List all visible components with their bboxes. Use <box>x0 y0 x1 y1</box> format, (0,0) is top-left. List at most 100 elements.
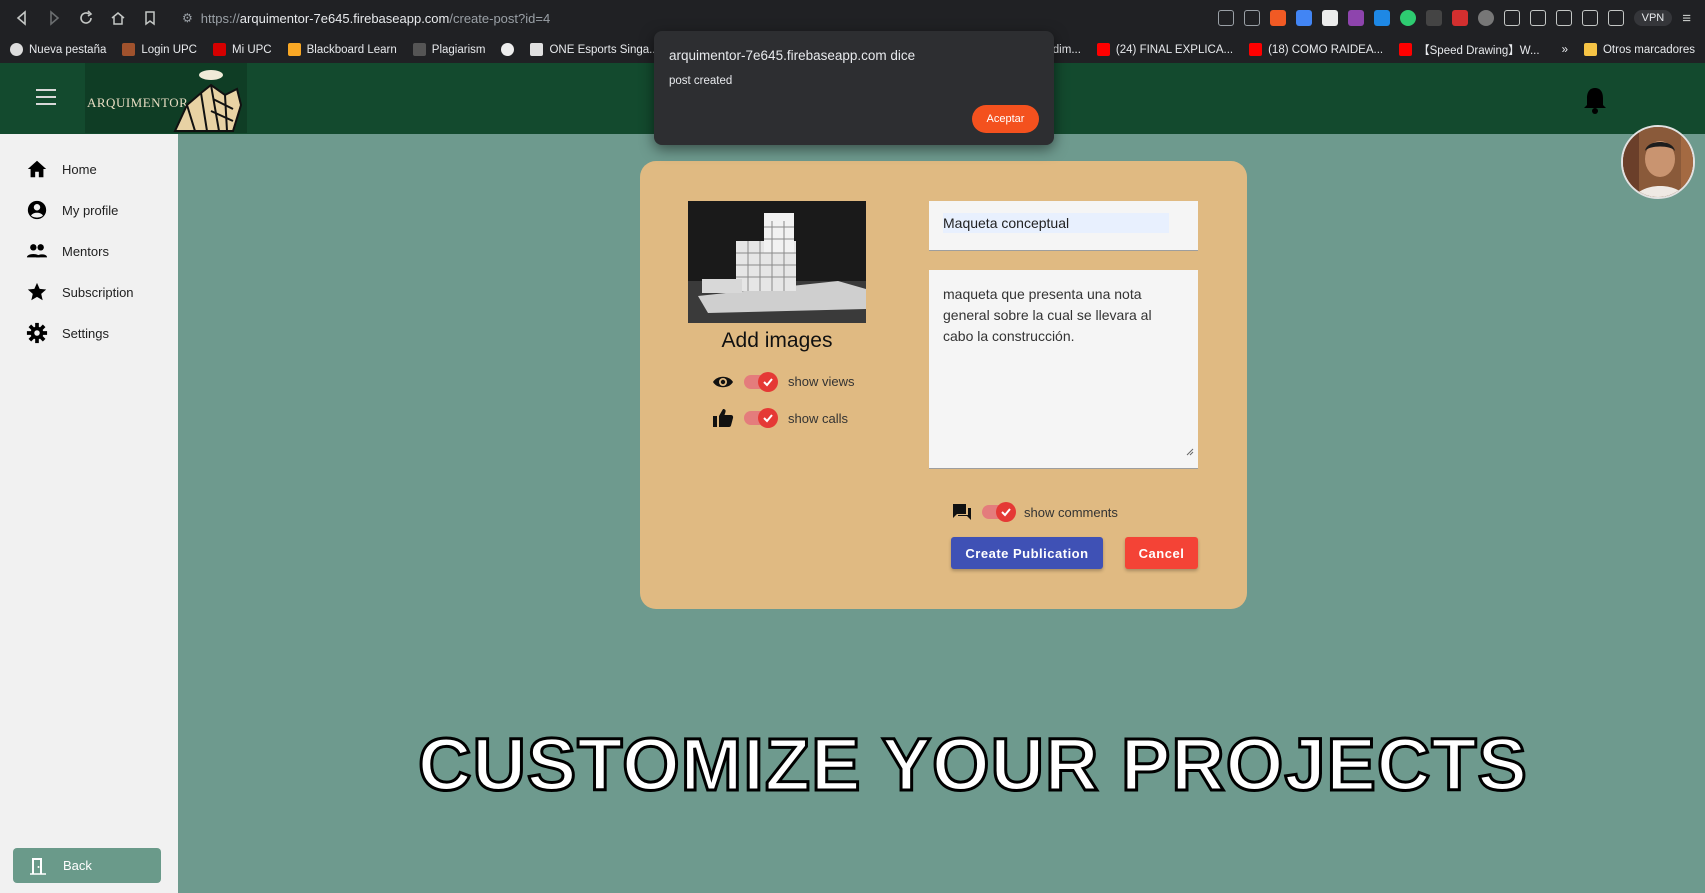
url-host: arquimentor-7e645.firebaseapp.com <box>239 10 450 26</box>
bookmark-favicon-icon <box>122 43 136 56</box>
url-protocol: https:// <box>200 10 240 26</box>
extensions-toolbar: VPN ≡ <box>1217 10 1697 27</box>
show-comments-label: show comments <box>1024 504 1118 520</box>
back-button[interactable]: Back <box>13 848 161 883</box>
share-icon[interactable] <box>1243 10 1260 26</box>
media-icon[interactable] <box>1529 10 1546 26</box>
avatar[interactable] <box>1621 125 1695 199</box>
post-image-preview[interactable] <box>688 201 866 323</box>
sidebar-item-mentors[interactable]: Mentors <box>26 240 109 262</box>
resize-handle-icon[interactable] <box>1186 448 1194 456</box>
extension-icon[interactable] <box>1477 10 1494 26</box>
logo[interactable]: ARQUIMENTOR <box>85 63 247 133</box>
show-views-label: show views <box>788 374 855 389</box>
download-icon[interactable] <box>1555 10 1572 26</box>
bookmark-item[interactable]: (24) FINAL EXPLICA... <box>1096 43 1233 56</box>
sidebar-item-label: Subscription <box>62 284 134 300</box>
sidebar-item-label: Mentors <box>62 243 109 259</box>
hamburger-menu-icon[interactable] <box>36 89 56 105</box>
description-value: maqueta que presenta una nota general so… <box>943 286 1152 344</box>
extension-icon[interactable] <box>1347 10 1364 26</box>
bookmark-item[interactable]: Blackboard Learn <box>287 43 397 56</box>
check-icon <box>996 502 1016 522</box>
wallet-icon[interactable] <box>1607 10 1624 26</box>
show-views-toggle[interactable] <box>744 371 778 392</box>
check-icon <box>758 371 778 392</box>
description-textarea[interactable]: maqueta que presenta una nota general so… <box>929 270 1198 469</box>
other-bookmarks-folder[interactable]: Otros marcadores <box>1583 43 1695 56</box>
reload-icon[interactable] <box>72 4 100 32</box>
sidebar-item-home[interactable]: Home <box>26 158 97 180</box>
bookmark-favicon-icon <box>530 43 544 56</box>
logo-building-icon <box>173 70 243 132</box>
show-comments-toggle[interactable] <box>982 502 1016 522</box>
title-input[interactable]: Maqueta conceptual <box>929 201 1198 251</box>
cancel-button[interactable]: Cancel <box>1125 537 1198 569</box>
sidebar-item-subscription[interactable]: Subscription <box>26 281 134 303</box>
extension-icon[interactable] <box>1399 10 1416 26</box>
extension-icon[interactable] <box>1373 10 1390 26</box>
bookmark-item[interactable]: ONE Esports Singa... <box>530 43 659 56</box>
youtube-icon <box>1096 43 1110 56</box>
bookmark-item[interactable]: Mi UPC <box>213 43 272 56</box>
bookmark-item[interactable]: Login UPC <box>122 43 197 56</box>
show-views-option: show views <box>712 371 855 392</box>
back-button-label: Back <box>63 858 92 873</box>
show-calls-toggle[interactable] <box>744 408 778 428</box>
extension-icon[interactable] <box>1321 10 1338 26</box>
youtube-icon <box>1249 43 1263 56</box>
bookmark-favicon-icon <box>412 43 426 56</box>
bell-icon[interactable] <box>1582 85 1608 115</box>
forward-arrow-icon[interactable] <box>40 4 68 32</box>
bookmark-page-icon[interactable] <box>136 4 164 32</box>
site-info-icon[interactable]: ⚙ <box>182 11 193 25</box>
translate-icon[interactable] <box>1217 10 1234 26</box>
accept-button[interactable]: Aceptar <box>972 105 1039 133</box>
bookmark-item[interactable]: Nueva pestaña <box>10 43 106 56</box>
vpn-button[interactable]: VPN <box>1633 10 1673 26</box>
promo-banner-text: CUSTOMIZE YOUR PROJECTS <box>417 722 1529 808</box>
chat-bubbles-icon <box>953 504 971 520</box>
sidebar-item-settings[interactable]: Settings <box>26 322 109 344</box>
back-arrow-icon[interactable] <box>8 4 36 32</box>
bookmark-item[interactable]: 【Speed Drawing】W... <box>1399 42 1540 58</box>
google-translate-icon[interactable] <box>1295 10 1312 26</box>
bookmark-item[interactable]: Plagiarism <box>412 43 485 56</box>
youtube-icon <box>1399 43 1413 56</box>
home-icon <box>27 160 47 178</box>
people-icon <box>26 244 48 258</box>
puzzle-icon[interactable] <box>1503 10 1520 26</box>
exit-door-icon <box>30 857 46 875</box>
brave-shield-icon[interactable] <box>1269 10 1286 26</box>
check-icon <box>758 408 778 428</box>
sidebar-item-my-profile[interactable]: My profile <box>26 199 118 221</box>
home-browser-icon[interactable] <box>104 4 132 32</box>
menu-icon[interactable]: ≡ <box>1682 10 1691 27</box>
title-input-value: Maqueta conceptual <box>943 213 1170 233</box>
account-circle-icon <box>27 200 47 220</box>
bookmark-item[interactable] <box>501 43 515 56</box>
bookmarks-right: » Otros marcadores <box>1562 36 1695 63</box>
sidebar-item-label: Settings <box>62 325 109 341</box>
extension-icon[interactable] <box>1425 10 1442 26</box>
url-bar[interactable]: ⚙ https://arquimentor-7e645.firebaseapp.… <box>174 5 558 31</box>
thumbs-up-icon <box>713 409 734 427</box>
gear-icon <box>26 322 48 344</box>
create-publication-button[interactable]: Create Publication <box>951 537 1103 569</box>
folder-icon <box>1583 43 1597 56</box>
alert-dialog-message: post created <box>669 75 733 87</box>
show-calls-option: show calls <box>712 408 848 428</box>
bookmark-item[interactable]: (18) COMO RAIDEA... <box>1249 43 1383 56</box>
show-comments-option: show comments <box>952 502 1118 522</box>
sidebar-item-label: My profile <box>62 202 119 218</box>
alert-dialog: arquimentor-7e645.firebaseapp.com dice p… <box>654 31 1054 145</box>
bookmark-favicon-icon <box>10 43 23 56</box>
star-icon <box>27 282 47 301</box>
sidebar-toggle-icon[interactable] <box>1581 10 1598 26</box>
bookmarks-overflow-button[interactable]: » <box>1562 44 1568 56</box>
extension-icon[interactable] <box>1451 10 1468 26</box>
create-post-card: Add images show views show calls Maqueta… <box>640 161 1247 609</box>
show-calls-label: show calls <box>788 410 848 426</box>
alert-dialog-title: arquimentor-7e645.firebaseapp.com dice <box>669 48 916 63</box>
add-images-label[interactable]: Add images <box>688 329 866 353</box>
